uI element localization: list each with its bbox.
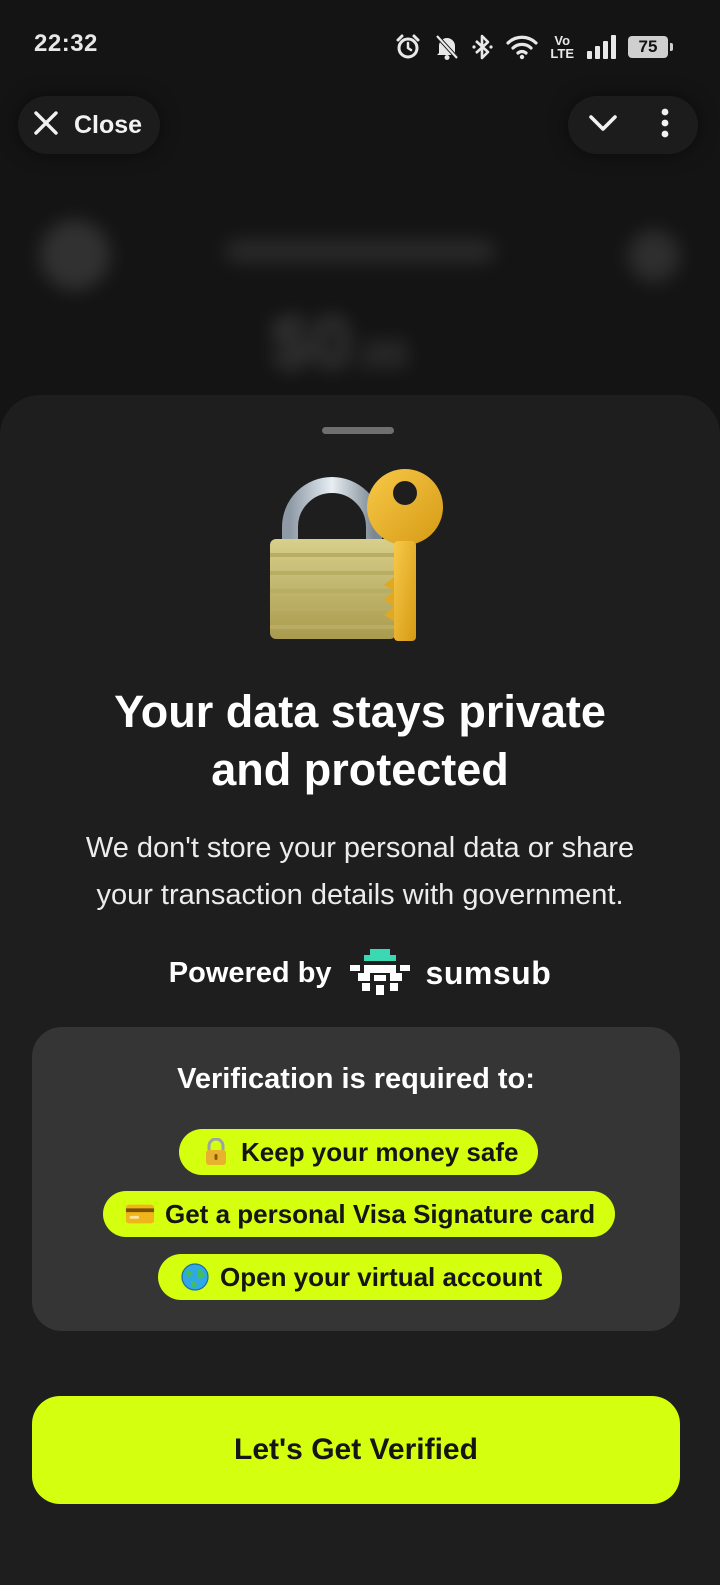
- more-vertical-icon: [660, 108, 670, 143]
- privacy-description: We don't store your personal data or sha…: [40, 825, 680, 919]
- requirement-label: Open your virtual account: [220, 1261, 543, 1292]
- requirement-chip-money-safe: Keep your money safe: [179, 1129, 539, 1175]
- description-line-2: your transaction details with government…: [96, 879, 624, 911]
- lock-with-key-icon: [260, 467, 460, 657]
- more-options-button[interactable]: [644, 104, 686, 146]
- status-bar: 22:32 Vo LTE 75: [0, 0, 720, 92]
- signal-icon: [586, 34, 616, 60]
- description-line-1: We don't store your personal data or sha…: [85, 832, 635, 864]
- status-time: 22:32: [34, 30, 98, 57]
- blurred-balance: $0.00: [270, 301, 408, 384]
- blurred-background: $0.00: [0, 190, 720, 400]
- get-verified-button[interactable]: Let's Get Verified: [32, 1396, 680, 1504]
- close-icon: [32, 109, 60, 142]
- headline-line-1: Your data stays private: [114, 686, 606, 737]
- status-icons: Vo LTE 75: [394, 30, 673, 64]
- powered-by-label: Powered by: [168, 956, 332, 989]
- battery-level: 75: [638, 37, 658, 56]
- collapse-button[interactable]: [580, 104, 626, 146]
- volte-icon: Vo LTE: [550, 34, 574, 60]
- wifi-icon: [506, 34, 539, 60]
- lock-icon: [201, 1137, 231, 1167]
- chevron-down-icon: [588, 113, 618, 138]
- requirements-title: Verification is required to:: [177, 1063, 535, 1095]
- headline: Your data stays private and protected: [40, 683, 680, 799]
- credit-card-icon: [125, 1199, 155, 1229]
- sumsub-wordmark: sumsub: [425, 954, 552, 991]
- requirement-label: Keep your money safe: [241, 1136, 519, 1167]
- muted-bell-icon: [434, 33, 460, 61]
- screen: 22:32 Vo LTE 75 $0.00 Close Your data st…: [0, 0, 720, 1585]
- battery-icon: 75: [628, 36, 673, 58]
- close-button[interactable]: Close: [18, 96, 161, 154]
- top-actions: [568, 96, 698, 154]
- bluetooth-icon: [472, 33, 494, 61]
- blurred-avatar: [40, 220, 110, 290]
- bottom-sheet: Your data stays private and protected We…: [0, 395, 720, 1585]
- blurred-action: [628, 230, 680, 282]
- volte-bottom-text: LTE: [550, 46, 574, 61]
- drag-handle[interactable]: [322, 427, 394, 434]
- headline-line-2: and protected: [211, 744, 509, 795]
- requirement-chip-visa-card: Get a personal Visa Signature card: [103, 1191, 616, 1237]
- requirement-chip-virtual-account: Open your virtual account: [158, 1254, 563, 1300]
- sumsub-mark-icon: [349, 949, 410, 995]
- requirement-label: Get a personal Visa Signature card: [165, 1198, 596, 1229]
- alarm-icon: [394, 33, 422, 61]
- blurred-title: [225, 240, 495, 262]
- close-label: Close: [74, 110, 143, 139]
- requirements-card: Verification is required to: Keep your m…: [32, 1027, 680, 1331]
- globe-icon: [180, 1262, 210, 1292]
- powered-by: Powered by sumsub: [0, 943, 720, 1003]
- sumsub-logo: sumsub: [348, 949, 552, 997]
